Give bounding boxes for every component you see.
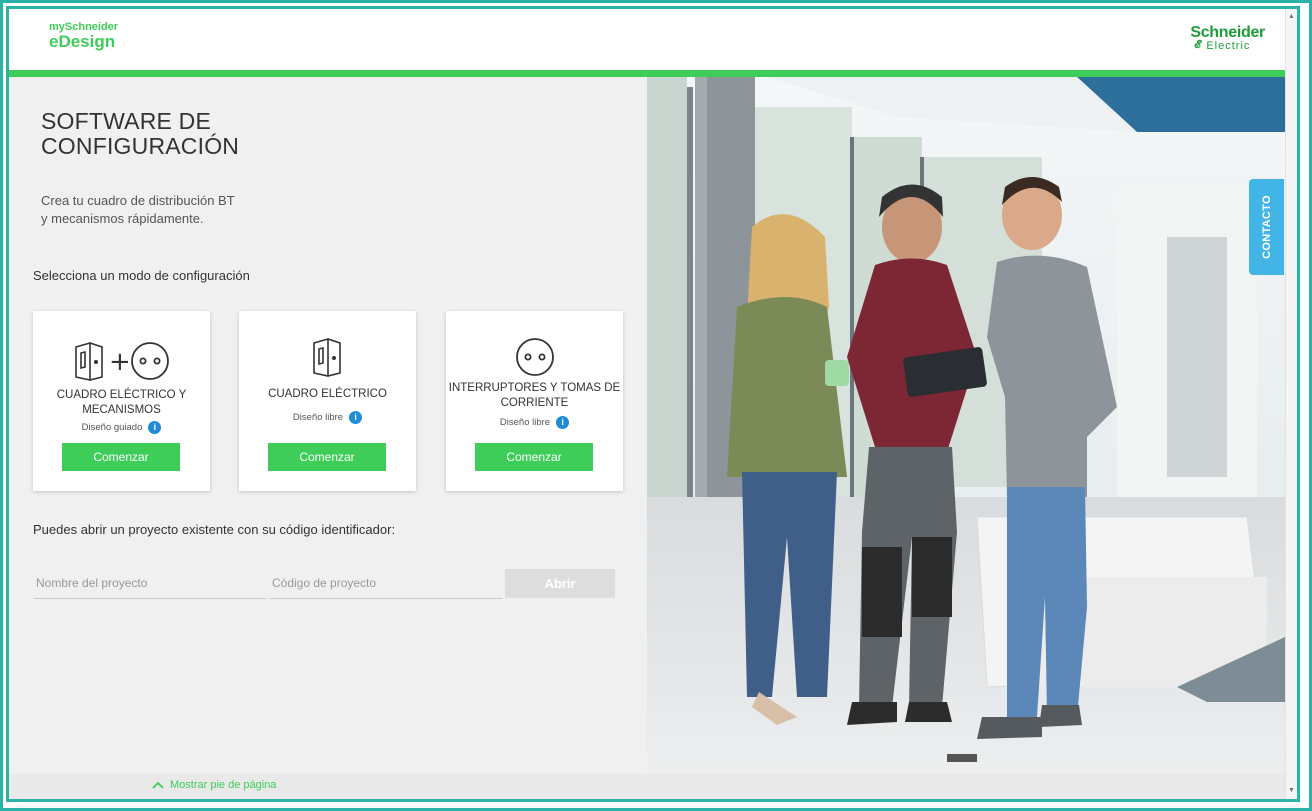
mode-card-switches-sockets[interactable]: INTERRUPTORES Y TOMAS DE CORRIENTE Diseñ… — [446, 311, 623, 491]
logo-line2: eDesign — [49, 32, 116, 51]
card-title-line1: CUADRO ELÉCTRICO Y — [56, 389, 187, 401]
card-subtitle: Diseño guiado i — [33, 421, 210, 434]
project-name-input[interactable] — [34, 567, 267, 599]
show-footer-label: Mostrar pie de página — [170, 779, 277, 791]
footer-bar: Mostrar pie de página — [9, 774, 1285, 799]
open-project-label: Puedes abrir un proyecto existente con s… — [33, 522, 396, 537]
hero-photo — [647, 77, 1285, 774]
start-button-cabinet[interactable]: Comenzar — [268, 443, 386, 471]
page-subtitle: Crea tu cuadro de distribución BT y meca… — [41, 192, 271, 228]
info-icon[interactable]: i — [148, 421, 162, 434]
header-accent-bar — [9, 70, 1285, 77]
card-title: CUADRO ELÉCTRICO — [241, 387, 414, 402]
cabinet-plus-socket-icon: + — [33, 341, 210, 381]
contact-tab-label: CONTACTO — [1260, 195, 1273, 259]
title-line2: CONFIGURACIÓN — [41, 133, 240, 159]
mode-select-label: Selecciona un modo de configuración — [33, 268, 250, 283]
cabinet-icon — [239, 337, 416, 377]
brand-line2: Electric — [1206, 40, 1251, 52]
socket-icon — [446, 337, 623, 377]
app-viewport: mySchneider eDesign Schneider 𝓔 Electric … — [6, 6, 1300, 802]
info-icon[interactable]: i — [349, 411, 363, 424]
start-button-guided[interactable]: Comenzar — [62, 443, 180, 471]
project-code-input[interactable] — [270, 567, 503, 599]
contact-tab[interactable]: CONTACTO — [1249, 179, 1284, 275]
card-sub-label: Diseño guiado — [81, 422, 143, 433]
card-subtitle: Diseño libre i — [446, 416, 623, 429]
brand-line2-wrap: 𝓔 Electric — [1190, 39, 1265, 52]
show-footer-toggle[interactable]: Mostrar pie de página — [152, 779, 276, 791]
card-title-line2: CORRIENTE — [500, 397, 569, 409]
schneider-electric-logo[interactable]: Schneider 𝓔 Electric — [1190, 25, 1265, 52]
subtitle-line2: y mecanismos rápidamente. — [41, 211, 204, 226]
myschneider-edesign-logo[interactable]: mySchneider eDesign — [49, 21, 118, 51]
start-button-switches[interactable]: Comenzar — [475, 443, 593, 471]
card-title: CUADRO ELÉCTRICO Y MECANISMOS — [35, 388, 208, 418]
subtitle-line1: Crea tu cuadro de distribución BT — [41, 193, 235, 208]
mode-card-cabinet-and-mechanisms[interactable]: + CUADRO ELÉCTRICO Y MECANISMOS Diseño g… — [33, 311, 210, 491]
people-with-tablet-image — [647, 77, 1285, 774]
scroll-up-icon[interactable]: ▲ — [1288, 13, 1295, 20]
card-sub-label: Diseño libre — [292, 412, 344, 423]
scrollbar[interactable] — [1285, 9, 1297, 799]
page-title: SOFTWARE DE CONFIGURACIÓN — [41, 109, 239, 159]
open-button[interactable]: Abrir — [505, 569, 615, 598]
card-title-line1: INTERRUPTORES Y TOMAS DE — [448, 382, 621, 394]
mode-card-cabinet[interactable]: CUADRO ELÉCTRICO Diseño libre i Comenzar — [239, 311, 416, 491]
card-subtitle: Diseño libre i — [239, 411, 416, 424]
card-sub-label: Diseño libre — [499, 417, 551, 428]
chevron-up-icon — [152, 781, 164, 789]
card-title-line2: MECANISMOS — [82, 404, 161, 416]
scroll-down-icon[interactable]: ▼ — [1288, 787, 1295, 794]
info-icon[interactable]: i — [556, 416, 570, 429]
card-title-line1: CUADRO ELÉCTRICO — [268, 388, 387, 400]
header: mySchneider eDesign Schneider 𝓔 Electric — [9, 9, 1285, 70]
card-title: INTERRUPTORES Y TOMAS DE CORRIENTE — [448, 381, 621, 411]
svg-text:+: + — [109, 347, 131, 377]
config-panel: SOFTWARE DE CONFIGURACIÓN Crea tu cuadro… — [9, 77, 647, 774]
brand-mark-icon: 𝓔 — [1194, 39, 1202, 51]
title-line1: SOFTWARE DE — [41, 108, 212, 134]
